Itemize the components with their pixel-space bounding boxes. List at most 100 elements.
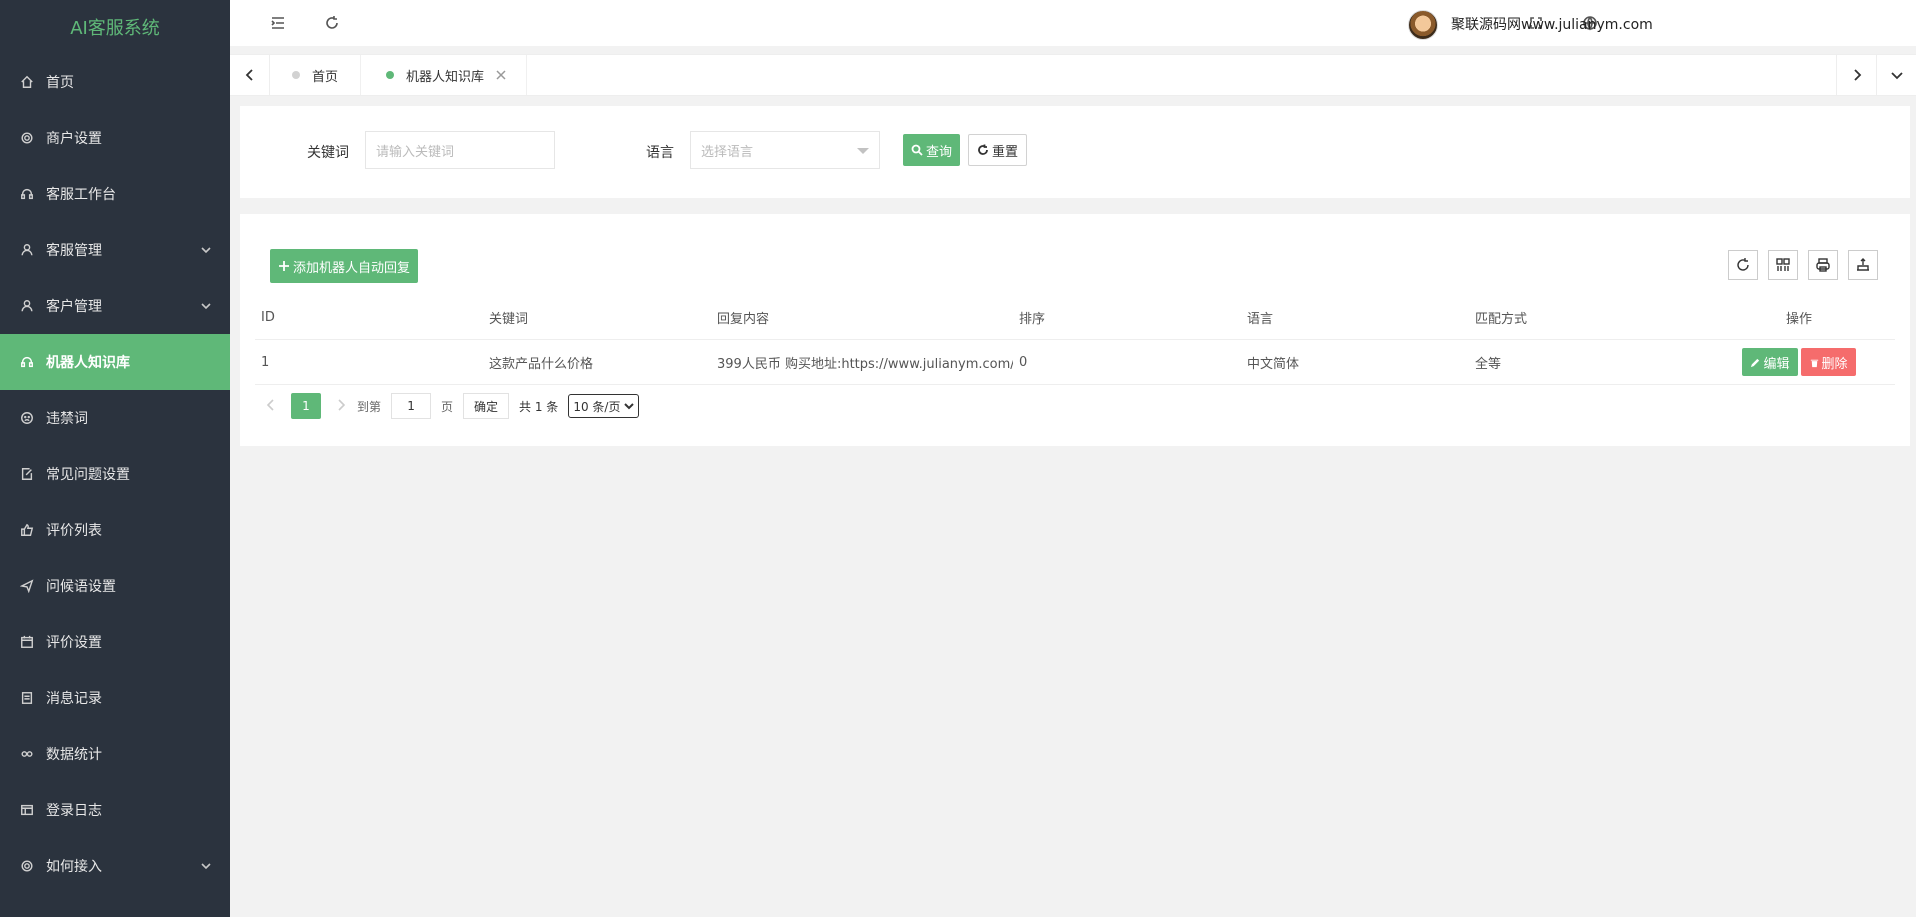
sidebar-item-login-log[interactable]: 登录日志: [0, 782, 230, 838]
delete-button-label: 删除: [1821, 356, 1848, 372]
chevron-down-icon: [624, 403, 635, 410]
sidebar-item-label: 数据统计: [46, 747, 102, 763]
table-refresh-icon[interactable]: [1728, 250, 1758, 280]
sidebar-item-label: 消息记录: [46, 691, 102, 707]
sidebar-item-home[interactable]: 首页: [0, 54, 230, 110]
edit-doc-icon: [20, 467, 34, 481]
plus-icon: [279, 261, 289, 271]
edit-button[interactable]: 编辑: [1742, 348, 1798, 376]
pencil-icon: [1751, 358, 1760, 367]
cell-match: 全等: [1475, 356, 1502, 372]
sidebar-item-review-settings[interactable]: 评价设置: [0, 614, 230, 670]
prev-page-icon[interactable]: [265, 398, 277, 414]
sidebar-item-message-records[interactable]: 消息记录: [0, 670, 230, 726]
goto-label: 到第: [357, 399, 382, 414]
table-header-row: ID 关键词 回复内容 排序 语言 匹配方式 操作: [255, 296, 1895, 340]
column-header-language[interactable]: 语言: [1241, 308, 1469, 327]
reset-button-label: 重置: [992, 144, 1019, 160]
sidebar-item-banned-words[interactable]: 违禁词: [0, 390, 230, 446]
sidebar-item-label: 问候语设置: [46, 579, 116, 595]
menu-toggle-icon[interactable]: [268, 13, 288, 33]
sidebar-item-faq-settings[interactable]: 常见问题设置: [0, 446, 230, 502]
sidebar-item-label: 机器人知识库: [46, 355, 130, 371]
language-select[interactable]: 选择语言: [690, 131, 880, 169]
add-robot-reply-button[interactable]: 添加机器人自动回复: [270, 249, 419, 283]
tab-label: 首页: [312, 69, 339, 85]
user-name[interactable]: 聚联源码网www.julianym.com: [1451, 14, 1653, 34]
cell-keyword: 这款产品什么价格: [489, 356, 594, 372]
sidebar-item-label: 评价列表: [46, 523, 102, 539]
knowledge-table: ID 关键词 回复内容 排序 语言 匹配方式 操作 1 这款产品什么价格 399…: [255, 296, 1895, 385]
top-header: 聚联源码网www.julianym.com: [230, 0, 1916, 46]
current-page[interactable]: 1: [291, 393, 321, 419]
query-button-label: 查询: [926, 144, 953, 160]
refresh-icon[interactable]: [322, 13, 342, 33]
tab-bar: 首页 机器人知识库: [230, 54, 1916, 96]
per-page-value: 10 条/页: [573, 399, 621, 414]
column-header-sort[interactable]: 排序: [1013, 308, 1241, 327]
sidebar-item-service-management[interactable]: 客服管理: [0, 222, 230, 278]
delete-button[interactable]: 删除: [1800, 348, 1856, 376]
chevron-down-icon: [200, 860, 212, 872]
sidebar-item-customer-management[interactable]: 客户管理: [0, 278, 230, 334]
print-icon[interactable]: [1808, 250, 1838, 280]
sidebar-item-robot-knowledge[interactable]: 机器人知识库: [0, 334, 230, 390]
sidebar-item-label: 首页: [46, 75, 74, 91]
total-count: 共 1 条: [519, 399, 559, 414]
per-page-select[interactable]: 10 条/页: [568, 394, 640, 418]
pagination: 1 到第 1 页 确定 共 1 条 10 条/页: [265, 392, 640, 420]
column-header-match[interactable]: 匹配方式: [1469, 308, 1697, 327]
sidebar-item-service-workbench[interactable]: 客服工作台: [0, 166, 230, 222]
keyword-label: 关键词: [307, 145, 349, 161]
tab-status-dot: [292, 71, 300, 79]
tab-robot-knowledge[interactable]: 机器人知识库: [366, 55, 528, 95]
tab-home[interactable]: 首页: [270, 55, 362, 95]
user-icon: [20, 299, 34, 313]
reset-button[interactable]: 重置: [968, 134, 1028, 166]
tabs-prev-icon[interactable]: [230, 55, 270, 95]
keyword-placeholder: 请输入关键词: [376, 144, 455, 160]
home-icon: [20, 75, 34, 89]
sidebar: AI客服系统 首页 商户设置 客服工作台 客服管理 客户管理 机器人知识库 违禁…: [0, 0, 230, 917]
next-page-icon[interactable]: [335, 398, 347, 414]
columns-filter-icon[interactable]: [1768, 250, 1798, 280]
sidebar-item-review-list[interactable]: 评价列表: [0, 502, 230, 558]
edit-button-label: 编辑: [1763, 356, 1790, 372]
column-header-reply[interactable]: 回复内容: [711, 308, 1013, 327]
sidebar-item-label: 登录日志: [46, 803, 102, 819]
keyword-input[interactable]: 请输入关键词: [365, 131, 555, 169]
sidebar-item-label: 违禁词: [46, 411, 88, 427]
clipboard-icon: [20, 691, 34, 705]
avatar[interactable]: [1408, 10, 1438, 40]
table-row[interactable]: 1 这款产品什么价格 399人民币 购买地址:https://www.julia…: [255, 340, 1895, 385]
caret-down-icon: [857, 148, 869, 154]
gear-icon: [20, 131, 34, 145]
tabs-menu-chevron-down-icon[interactable]: [1876, 55, 1916, 95]
confirm-page-button[interactable]: 确定: [463, 393, 510, 419]
sidebar-item-statistics[interactable]: 数据统计: [0, 726, 230, 782]
tab-label: 机器人知识库: [406, 69, 485, 85]
face-icon: [20, 411, 34, 425]
sidebar-item-label: 评价设置: [46, 635, 102, 651]
column-header-keyword[interactable]: 关键词: [483, 308, 711, 327]
app-logo[interactable]: AI客服系统: [0, 0, 230, 54]
thumbs-up-icon: [20, 523, 34, 537]
page-unit-label: 页: [441, 399, 454, 414]
sidebar-item-merchant-settings[interactable]: 商户设置: [0, 110, 230, 166]
sidebar-item-greeting-settings[interactable]: 问候语设置: [0, 558, 230, 614]
headset-icon: [20, 187, 34, 201]
window-icon: [20, 803, 34, 817]
tabs-next-icon[interactable]: [1836, 55, 1876, 95]
close-icon[interactable]: [496, 69, 508, 81]
column-header-id[interactable]: ID: [255, 310, 483, 325]
sidebar-item-label: 客服管理: [46, 243, 102, 259]
sidebar-item-how-to-integrate[interactable]: 如何接入: [0, 838, 230, 894]
goto-page-input[interactable]: 1: [391, 393, 432, 419]
query-button[interactable]: 查询: [903, 134, 961, 166]
language-label: 语言: [646, 145, 674, 161]
export-icon[interactable]: [1848, 250, 1878, 280]
send-icon: [20, 579, 34, 593]
trash-icon: [1810, 359, 1818, 367]
tab-status-dot: [386, 71, 394, 79]
sidebar-item-label: 商户设置: [46, 131, 102, 147]
